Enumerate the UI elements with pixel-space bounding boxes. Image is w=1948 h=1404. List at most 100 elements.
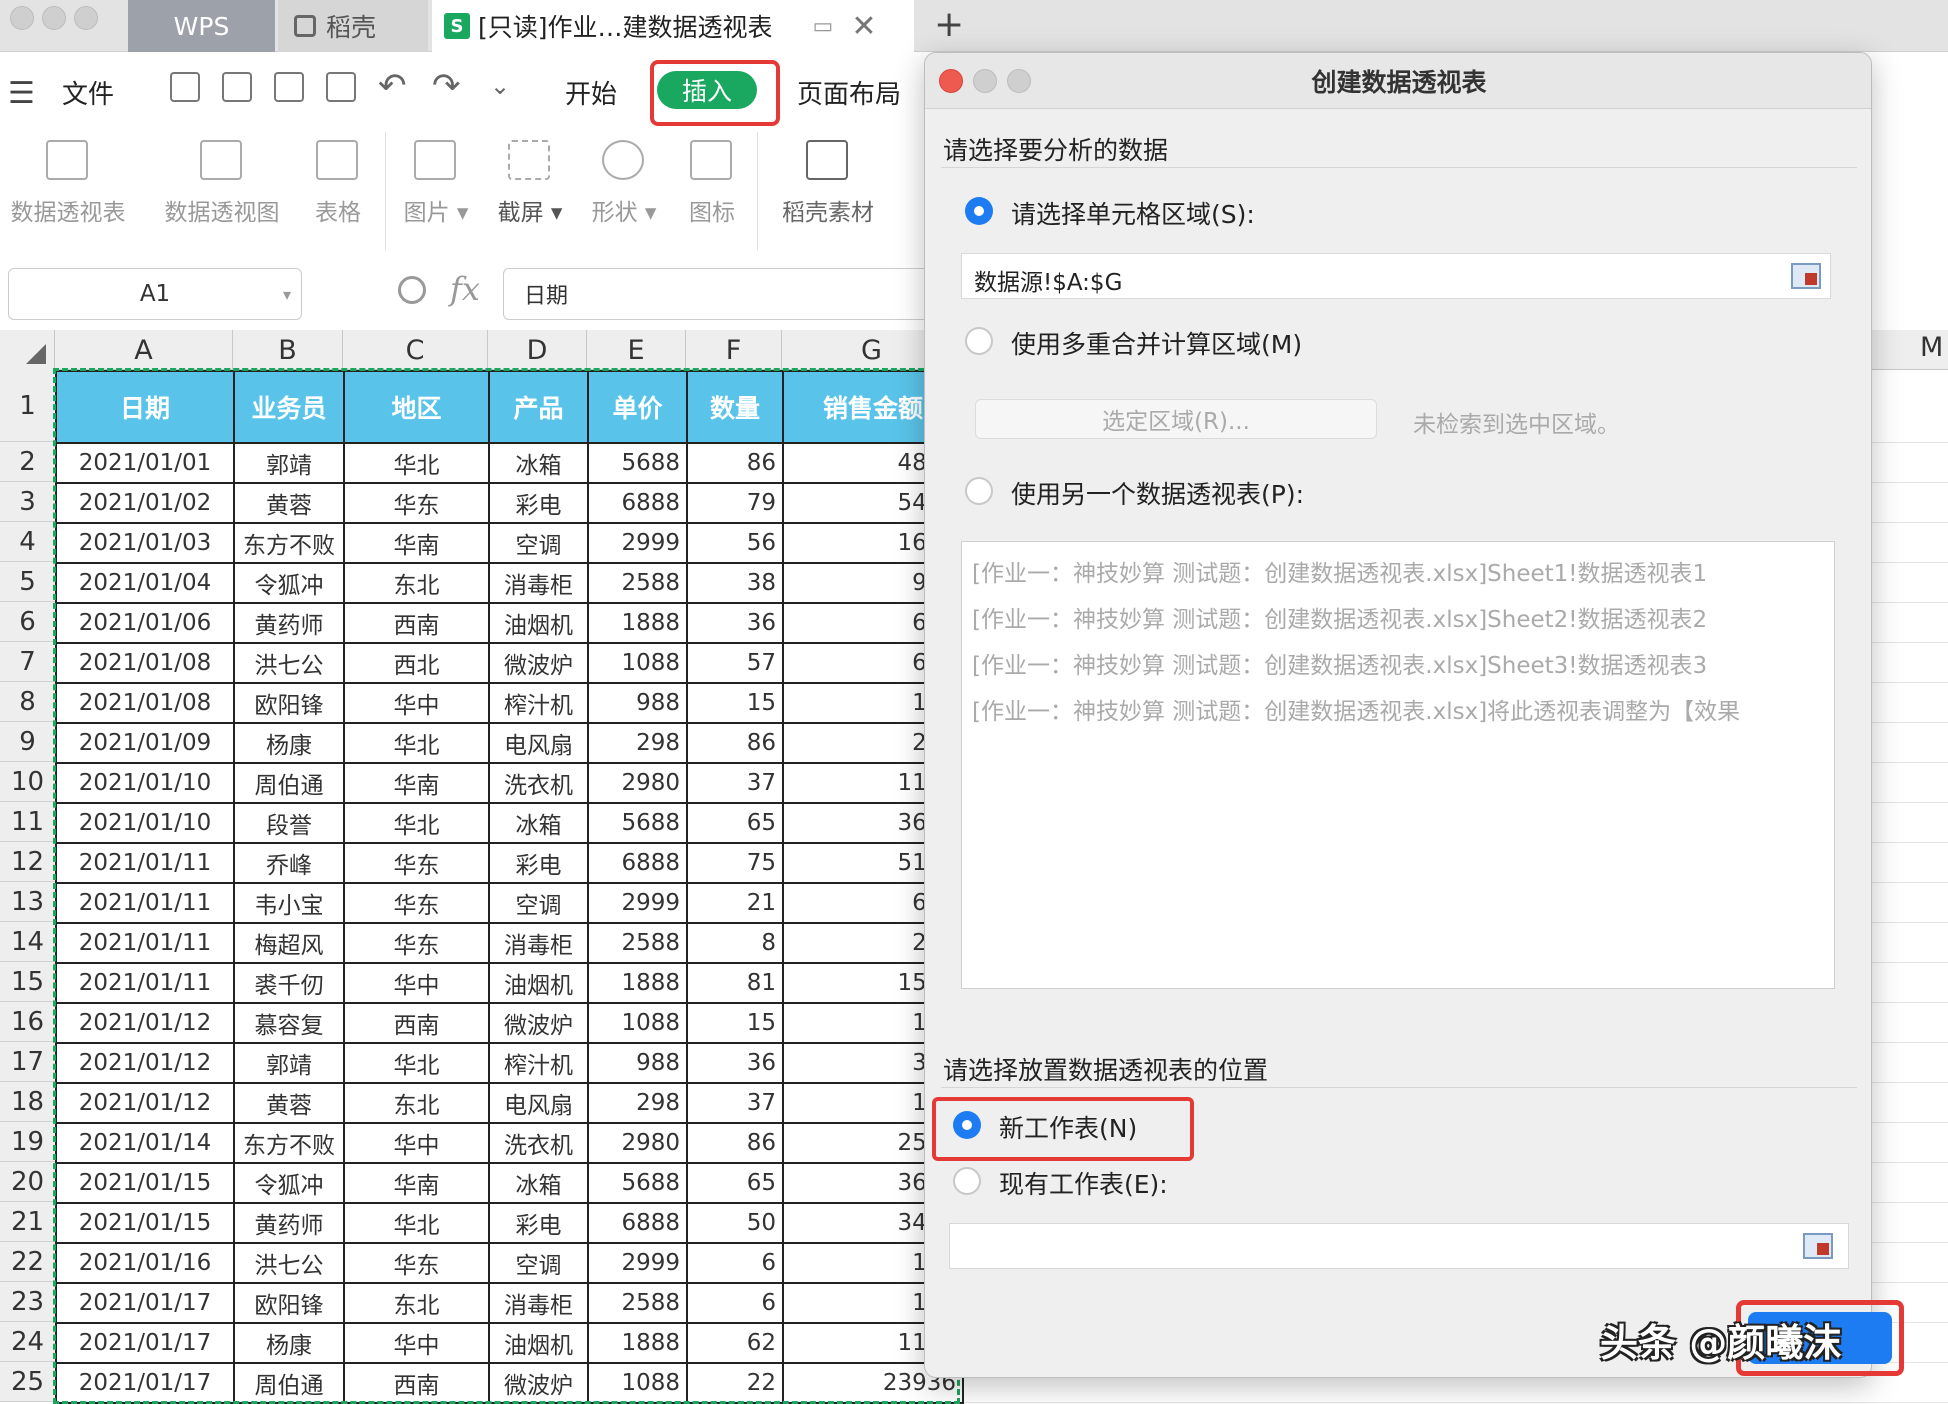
table-cell[interactable]: 华东 [343,1242,490,1284]
table-cell[interactable]: 2021/01/11 [55,922,235,964]
column-header-e[interactable]: E [587,330,686,370]
table-cell[interactable]: 东北 [343,1282,490,1324]
table-cell[interactable]: 2021/01/11 [55,882,235,924]
row-header[interactable]: 9 [0,722,55,762]
table-cell[interactable]: 冰箱 [488,1162,589,1204]
table-cell[interactable]: 西南 [343,1002,490,1044]
table-cell[interactable]: 榨汁机 [488,1042,589,1084]
table-cell[interactable]: 裘千仞 [233,962,345,1004]
export-icon[interactable] [222,72,252,102]
dialog-close-button[interactable] [939,69,963,93]
table-cell[interactable]: 65 [686,802,784,844]
table-cell[interactable]: 东方不败 [233,522,345,564]
table-cell[interactable]: 86 [686,722,784,764]
range-picker-icon[interactable] [1791,263,1821,289]
table-cell[interactable]: 2021/01/16 [55,1242,235,1284]
column-header-c[interactable]: C [343,330,488,370]
table-cell[interactable]: 油烟机 [488,602,589,644]
table-cell[interactable]: 298 [587,722,688,764]
table-cell[interactable]: 微波炉 [488,1362,589,1404]
select-all-corner[interactable] [0,330,55,370]
table-cell[interactable]: 华中 [343,1322,490,1364]
tab-document[interactable]: S [只读]作业…建数据透视表 ▭ ✕ [432,0,914,52]
list-item[interactable]: [作业一：神技妙算 测试题：创建数据透视表.xlsx]Sheet1!数据透视表1 [972,554,1707,588]
table-cell[interactable]: 洪七公 [233,1242,345,1284]
table-cell[interactable]: 华东 [343,842,490,884]
radio-cell-range[interactable] [965,197,993,225]
table-cell[interactable]: 郭靖 [233,442,345,484]
row-header[interactable]: 10 [0,762,55,802]
table-cell[interactable]: 黄蓉 [233,1082,345,1124]
row-header[interactable]: 25 [0,1362,55,1402]
screenshot-icon[interactable] [508,140,550,180]
ribbon-pivot-table[interactable]: 数据透视表 [6,193,130,227]
table-cell[interactable]: 郭靖 [233,1042,345,1084]
table-cell[interactable]: 988 [587,682,688,724]
row-header[interactable]: 12 [0,842,55,882]
table-cell[interactable]: 电风扇 [488,1082,589,1124]
table-cell[interactable]: 2980 [587,762,688,804]
table-cell[interactable]: 2021/01/17 [55,1322,235,1364]
table-cell[interactable]: 15 [686,682,784,724]
table-cell[interactable]: 36 [686,602,784,644]
table-cell[interactable]: 洗衣机 [488,1122,589,1164]
table-cell[interactable]: 空调 [488,882,589,924]
table-cell[interactable]: 86 [686,442,784,484]
docer-material-icon[interactable] [806,140,848,180]
table-cell[interactable]: 周伯通 [233,1362,345,1404]
table-cell[interactable]: 消毒柜 [488,1282,589,1324]
row-header[interactable]: 20 [0,1162,55,1202]
row-header[interactable]: 11 [0,802,55,842]
table-icon[interactable] [316,140,358,180]
ribbon-table[interactable]: 表格 [302,193,374,227]
header-cell[interactable]: 产品 [488,370,589,444]
table-cell[interactable]: 华南 [343,762,490,804]
table-cell[interactable]: 华中 [343,682,490,724]
name-box[interactable]: A1 ▾ [8,268,302,320]
row-header[interactable]: 3 [0,482,55,522]
table-cell[interactable]: 2021/01/10 [55,802,235,844]
hamburger-menu-icon[interactable]: ☰ [8,76,35,111]
table-cell[interactable]: 华北 [343,1042,490,1084]
table-cell[interactable]: 2021/01/12 [55,1082,235,1124]
search-icon[interactable] [398,276,426,304]
row-header[interactable]: 6 [0,602,55,642]
table-cell[interactable]: 1888 [587,602,688,644]
table-cell[interactable]: 杨康 [233,722,345,764]
tab-wps[interactable]: WPS [128,0,275,52]
table-cell[interactable]: 2999 [587,1242,688,1284]
table-cell[interactable]: 彩电 [488,1202,589,1244]
table-cell[interactable]: 62 [686,1322,784,1364]
table-cell[interactable]: 杨康 [233,1322,345,1364]
table-cell[interactable]: 2021/01/02 [55,482,235,524]
more-dropdown-icon[interactable]: ⌄ [490,72,510,100]
pivot-table-icon[interactable] [46,140,88,180]
table-cell[interactable]: 22 [686,1362,784,1404]
table-cell[interactable]: 38 [686,562,784,604]
table-cell[interactable]: 华北 [343,442,490,484]
pivot-table-list[interactable]: [作业一：神技妙算 测试题：创建数据透视表.xlsx]Sheet1!数据透视表1… [961,541,1835,989]
table-cell[interactable]: 油烟机 [488,962,589,1004]
table-cell[interactable]: 2021/01/10 [55,762,235,804]
table-cell[interactable]: 黄药师 [233,1202,345,1244]
menu-file[interactable]: 文件 [62,74,114,111]
row-header[interactable]: 15 [0,962,55,1002]
table-cell[interactable]: 2999 [587,882,688,924]
table-cell[interactable]: 2021/01/04 [55,562,235,604]
table-cell[interactable]: 8 [686,922,784,964]
table-cell[interactable]: 冰箱 [488,442,589,484]
existing-sheet-input[interactable] [949,1223,1849,1269]
cell-range-input[interactable]: 数据源!$A:$G [961,253,1831,299]
table-cell[interactable]: 2999 [587,522,688,564]
ribbon-docer-material[interactable]: 稻壳素材 [776,193,880,227]
table-cell[interactable]: 65 [686,1162,784,1204]
table-cell[interactable]: 欧阳锋 [233,682,345,724]
table-cell[interactable]: 洗衣机 [488,762,589,804]
table-cell[interactable]: 6 [686,1242,784,1284]
function-icon[interactable]: fx [450,270,480,308]
table-cell[interactable]: 西北 [343,642,490,684]
table-cell[interactable]: 2021/01/12 [55,1002,235,1044]
menu-home[interactable]: 开始 [565,74,617,111]
ribbon-screenshot[interactable]: 截屏 ▾ [490,193,570,227]
table-cell[interactable]: 2021/01/11 [55,962,235,1004]
